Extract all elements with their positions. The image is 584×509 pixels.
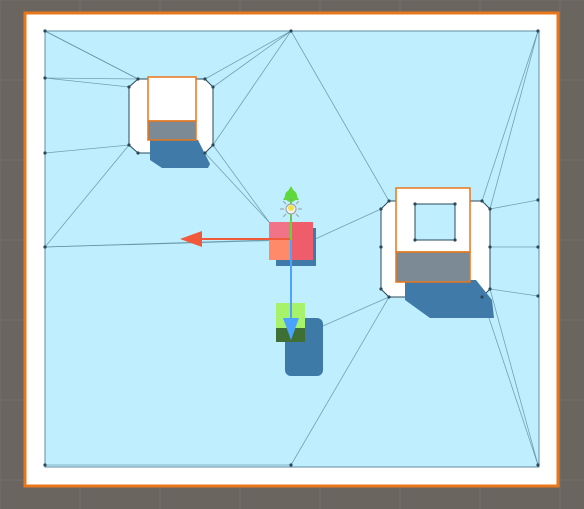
navmesh-vertex bbox=[379, 207, 383, 211]
navmesh-vertex bbox=[453, 238, 457, 242]
navmesh-vertex bbox=[43, 151, 47, 155]
navmesh-vertex bbox=[43, 29, 47, 33]
obstacle-small-top bbox=[147, 76, 197, 122]
navmesh-vertex bbox=[43, 76, 47, 80]
agent-cube-top-face bbox=[269, 222, 291, 240]
navmesh-vertex bbox=[536, 294, 540, 298]
scene-canvas[interactable] bbox=[0, 0, 584, 509]
navmesh-vertex bbox=[43, 245, 47, 249]
navmesh-vertex bbox=[387, 199, 391, 203]
agent-cube-left-face bbox=[269, 240, 291, 260]
navmesh-vertex bbox=[480, 199, 484, 203]
navmesh-vertex bbox=[43, 463, 47, 467]
scene-view[interactable] bbox=[0, 0, 584, 509]
navmesh-vertex bbox=[488, 245, 492, 249]
navmesh-vertex bbox=[211, 85, 215, 89]
navmesh-vertex bbox=[136, 151, 140, 155]
navmesh-vertex bbox=[480, 295, 484, 299]
navmesh-vertex bbox=[536, 463, 540, 467]
navmesh-vertex bbox=[453, 202, 457, 206]
navmesh-vertex bbox=[379, 245, 383, 249]
navmesh-vertex bbox=[387, 295, 391, 299]
navmesh-vertex bbox=[289, 463, 293, 467]
navmesh-vertex bbox=[203, 151, 207, 155]
navmesh-vertex bbox=[379, 287, 383, 291]
navmesh-vertex bbox=[488, 287, 492, 291]
obstacle-large-hole bbox=[414, 203, 456, 241]
obstacle-small-side bbox=[147, 120, 197, 141]
navmesh-vertex bbox=[488, 207, 492, 211]
navmesh-vertex bbox=[211, 143, 215, 147]
navmesh-vertex bbox=[203, 77, 207, 81]
navmesh-vertex bbox=[127, 85, 131, 89]
navmesh-vertex bbox=[536, 198, 540, 202]
navmesh-vertex bbox=[536, 245, 540, 249]
navmesh-vertex bbox=[413, 202, 417, 206]
gizmo-center[interactable] bbox=[288, 205, 294, 211]
navmesh-vertex bbox=[536, 29, 540, 33]
navmesh-vertex bbox=[136, 77, 140, 81]
navmesh-vertex bbox=[413, 238, 417, 242]
agent-cube[interactable] bbox=[269, 222, 316, 266]
obstacle-large-side bbox=[395, 251, 471, 283]
navmesh-vertex bbox=[289, 29, 293, 33]
navmesh-vertex bbox=[127, 143, 131, 147]
